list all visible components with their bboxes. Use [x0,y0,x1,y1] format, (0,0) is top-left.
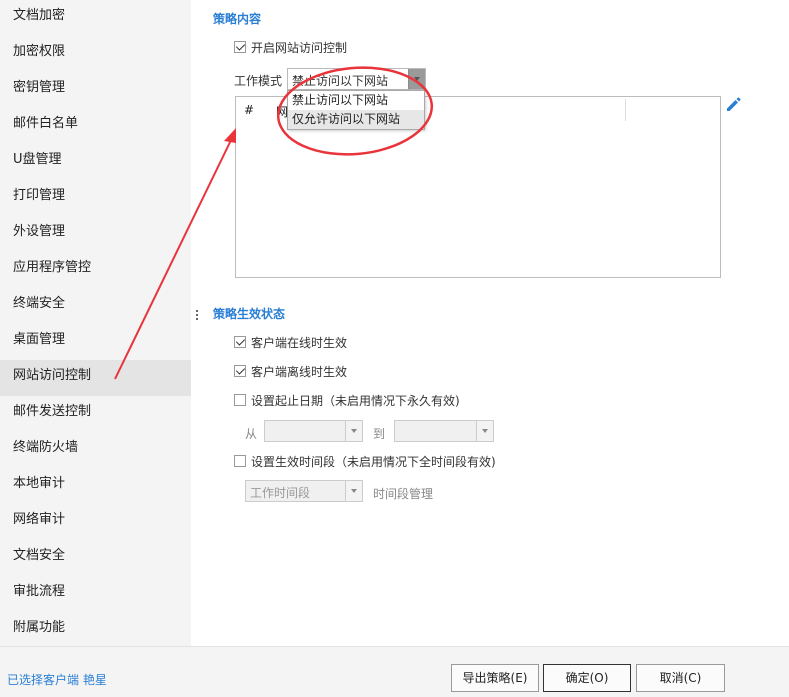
sidebar: 文档加密 加密权限 密钥管理 邮件白名单 U盘管理 打印管理 外设管理 应用程序… [0,0,191,646]
policy-content-title: 策略内容 [213,12,262,26]
sidebar-item-approval-flow[interactable]: 审批流程 [0,576,191,612]
work-mode-dropdown: 禁止访问以下网站 仅允许访问以下网站 [287,90,425,130]
pencil-icon[interactable] [724,95,742,113]
sidebar-item-key-management[interactable]: 密钥管理 [0,72,191,108]
start-date-select[interactable] [264,420,363,442]
work-mode-label: 工作模式 [234,74,283,88]
selected-client-status: 已选择客户端 艳星 [7,673,107,687]
end-date-select[interactable] [394,420,494,442]
sidebar-item-doc-security[interactable]: 文档安全 [0,540,191,576]
work-mode-value: 禁止访问以下网站 [292,74,389,88]
table-column-divider [625,99,626,121]
work-mode-select[interactable]: 禁止访问以下网站 [287,68,426,90]
sidebar-item-peripheral-management[interactable]: 外设管理 [0,216,191,252]
sidebar-item-endpoint-firewall[interactable]: 终端防火墙 [0,432,191,468]
offline-effective-checkbox[interactable]: 客户端离线时生效 [234,363,347,379]
sidebar-item-doc-encryption[interactable]: 文档加密 [0,0,191,36]
sidebar-item-local-audit[interactable]: 本地审计 [0,468,191,504]
sidebar-item-mail-send-control[interactable]: 邮件发送控制 [0,396,191,432]
sidebar-item-desktop-management[interactable]: 桌面管理 [0,324,191,360]
ok-button[interactable]: 确定(O) [543,664,631,692]
time-period-checkbox[interactable]: 设置生效时间段（未启用情况下全时间段有效) [234,453,496,469]
export-policy-button[interactable]: 导出策略(E) [451,664,539,692]
chevron-down-icon[interactable] [408,69,425,89]
date-range-checkbox[interactable]: 设置起止日期（未启用情况下永久有效) [234,392,460,408]
sidebar-item-usb-management[interactable]: U盘管理 [0,144,191,180]
checkbox-box[interactable] [234,41,246,53]
sidebar-item-website-access-control[interactable]: 网站访问控制 [0,360,191,396]
sidebar-item-app-control[interactable]: 应用程序管控 [0,252,191,288]
checkbox-box[interactable] [234,336,246,348]
chevron-down-icon[interactable] [345,421,362,441]
date-range-label: 设置起止日期（未启用情况下永久有效) [251,393,460,408]
enable-website-control-checkbox[interactable]: 开启网站访问控制 [234,39,347,55]
time-period-manage-link[interactable]: 时间段管理 [373,485,433,502]
online-effective-label: 客户端在线时生效 [251,335,348,350]
work-mode-option-allow-only[interactable]: 仅允许访问以下网站 [288,110,424,129]
footer-bar: 已选择客户端 艳星 导出策略(E) 确定(O) 取消(C) [0,646,789,697]
sidebar-resize-handle[interactable] [195,308,199,328]
sidebar-item-network-audit[interactable]: 网络审计 [0,504,191,540]
online-effective-checkbox[interactable]: 客户端在线时生效 [234,334,347,350]
chevron-down-icon[interactable] [476,421,493,441]
sidebar-item-endpoint-security[interactable]: 终端安全 [0,288,191,324]
cancel-button[interactable]: 取消(C) [636,664,725,692]
time-period-label: 设置生效时间段（未启用情况下全时间段有效) [251,454,496,469]
from-label: 从 [245,427,258,441]
chevron-down-icon[interactable] [345,481,362,501]
checkbox-box[interactable] [234,394,246,406]
checkbox-box[interactable] [234,455,246,467]
sidebar-item-print-management[interactable]: 打印管理 [0,180,191,216]
enable-website-control-label: 开启网站访问控制 [251,40,348,55]
sidebar-item-encryption-permissions[interactable]: 加密权限 [0,36,191,72]
checkbox-box[interactable] [234,365,246,377]
policy-effect-title: 策略生效状态 [213,307,286,321]
table-header-index: # [244,103,255,117]
sidebar-item-mail-whitelist[interactable]: 邮件白名单 [0,108,191,144]
to-label: 到 [373,427,386,441]
work-mode-option-block[interactable]: 禁止访问以下网站 [288,91,424,110]
offline-effective-label: 客户端离线时生效 [251,364,348,379]
time-period-select[interactable]: 工作时间段 [245,480,363,502]
sidebar-item-auxiliary-functions[interactable]: 附属功能 [0,612,191,648]
time-period-value: 工作时间段 [250,486,311,500]
